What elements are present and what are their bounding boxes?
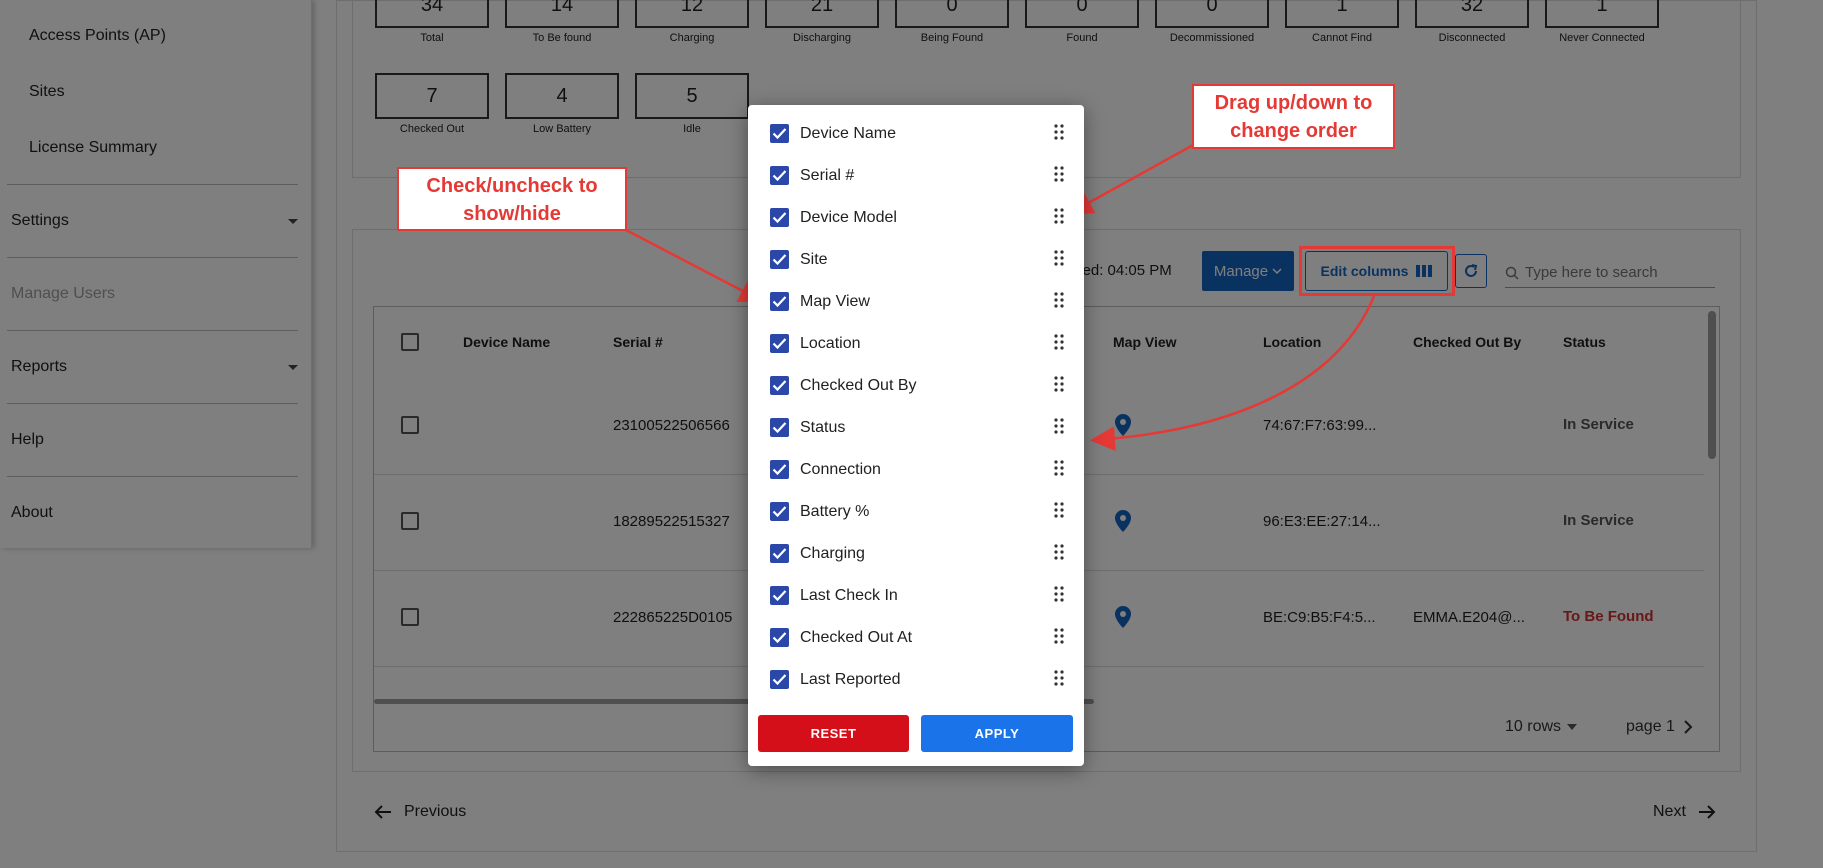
- column-option[interactable]: Device Name: [748, 113, 1084, 155]
- checkmark-icon: [772, 674, 787, 686]
- column-label: Location: [800, 335, 861, 352]
- checkmark-icon: [772, 212, 787, 224]
- drag-handle-icon[interactable]: [1054, 208, 1064, 224]
- column-label: Serial #: [800, 167, 855, 184]
- column-option[interactable]: Checked Out By: [748, 365, 1084, 407]
- drag-handle-icon[interactable]: [1054, 166, 1064, 182]
- column-label: Battery %: [800, 503, 870, 520]
- column-label: Site: [800, 251, 828, 268]
- column-checkbox[interactable]: [770, 376, 789, 395]
- drag-hint-callout: Drag up/down to change order: [1192, 84, 1395, 149]
- drag-handle-icon[interactable]: [1054, 376, 1064, 392]
- drag-handle-icon[interactable]: [1054, 124, 1064, 140]
- column-label: Device Model: [800, 209, 897, 226]
- column-label: Charging: [800, 545, 865, 562]
- drag-handle-icon[interactable]: [1054, 544, 1064, 560]
- column-checkbox[interactable]: [770, 460, 789, 479]
- apply-button[interactable]: APPLY: [921, 715, 1073, 752]
- column-checkbox[interactable]: [770, 334, 789, 353]
- column-checkbox[interactable]: [770, 670, 789, 689]
- checkmark-icon: [772, 296, 787, 308]
- column-label: Device Name: [800, 125, 897, 142]
- checkmark-icon: [772, 254, 787, 266]
- arrow-to-checkboxes: [625, 228, 765, 303]
- column-label: Map View: [800, 293, 870, 310]
- column-option[interactable]: Battery %: [748, 491, 1084, 533]
- drag-handle-icon[interactable]: [1054, 460, 1064, 476]
- column-option[interactable]: Device Model: [748, 197, 1084, 239]
- drag-hint-line2: change order: [1230, 120, 1357, 142]
- column-option[interactable]: Last Check In: [748, 575, 1084, 617]
- checkmark-icon: [772, 464, 787, 476]
- check-hint-callout: Check/uncheck to show/hide: [397, 167, 627, 231]
- column-checkbox[interactable]: [770, 292, 789, 311]
- column-checkbox[interactable]: [770, 208, 789, 227]
- column-checkbox[interactable]: [770, 544, 789, 563]
- column-option[interactable]: Serial #: [748, 155, 1084, 197]
- column-checkbox[interactable]: [770, 166, 789, 185]
- column-option[interactable]: Site: [748, 239, 1084, 281]
- check-hint-line2: show/hide: [463, 203, 561, 225]
- edit-columns-modal: Device Name Serial # Device Model Site Map V…: [748, 105, 1084, 766]
- column-option[interactable]: Charging: [748, 533, 1084, 575]
- column-option[interactable]: Last Reported: [748, 659, 1084, 701]
- column-label: Last Check In: [800, 587, 898, 604]
- column-label: Connection: [800, 461, 881, 478]
- check-hint-line1: Check/uncheck to: [426, 175, 598, 197]
- reset-button[interactable]: RESET: [758, 715, 909, 752]
- checkmark-icon: [772, 422, 787, 434]
- drag-handle-icon[interactable]: [1054, 502, 1064, 518]
- column-option[interactable]: Connection: [748, 449, 1084, 491]
- arrow-to-drag-handles: [1067, 142, 1196, 215]
- checkmark-icon: [772, 128, 787, 140]
- column-label: Checked Out At: [800, 629, 913, 646]
- column-label: Last Reported: [800, 671, 901, 688]
- checkmark-icon: [772, 548, 787, 560]
- drag-handle-icon[interactable]: [1054, 250, 1064, 266]
- column-checkbox[interactable]: [770, 124, 789, 143]
- checkmark-icon: [772, 170, 787, 182]
- drag-handle-icon[interactable]: [1054, 670, 1064, 686]
- column-label: Checked Out By: [800, 377, 917, 394]
- checkmark-icon: [772, 380, 787, 392]
- column-label: Status: [800, 419, 846, 436]
- checkmark-icon: [772, 590, 787, 602]
- arrow-from-edit-columns: [1090, 295, 1376, 452]
- column-option[interactable]: Location: [748, 323, 1084, 365]
- column-checkbox[interactable]: [770, 502, 789, 521]
- column-option[interactable]: Map View: [748, 281, 1084, 323]
- column-checkbox[interactable]: [770, 586, 789, 605]
- drag-handle-icon[interactable]: [1054, 586, 1064, 602]
- checkmark-icon: [772, 338, 787, 350]
- drag-handle-icon[interactable]: [1054, 418, 1064, 434]
- drag-handle-icon[interactable]: [1054, 628, 1064, 644]
- drag-hint-line1: Drag up/down to: [1214, 92, 1373, 114]
- drag-handle-icon[interactable]: [1054, 334, 1064, 350]
- column-checkbox[interactable]: [770, 418, 789, 437]
- checkmark-icon: [772, 632, 787, 644]
- column-option[interactable]: Checked Out At: [748, 617, 1084, 659]
- checkmark-icon: [772, 506, 787, 518]
- column-checkbox[interactable]: [770, 628, 789, 647]
- drag-handle-icon[interactable]: [1054, 292, 1064, 308]
- column-checkbox[interactable]: [770, 250, 789, 269]
- column-option[interactable]: Status: [748, 407, 1084, 449]
